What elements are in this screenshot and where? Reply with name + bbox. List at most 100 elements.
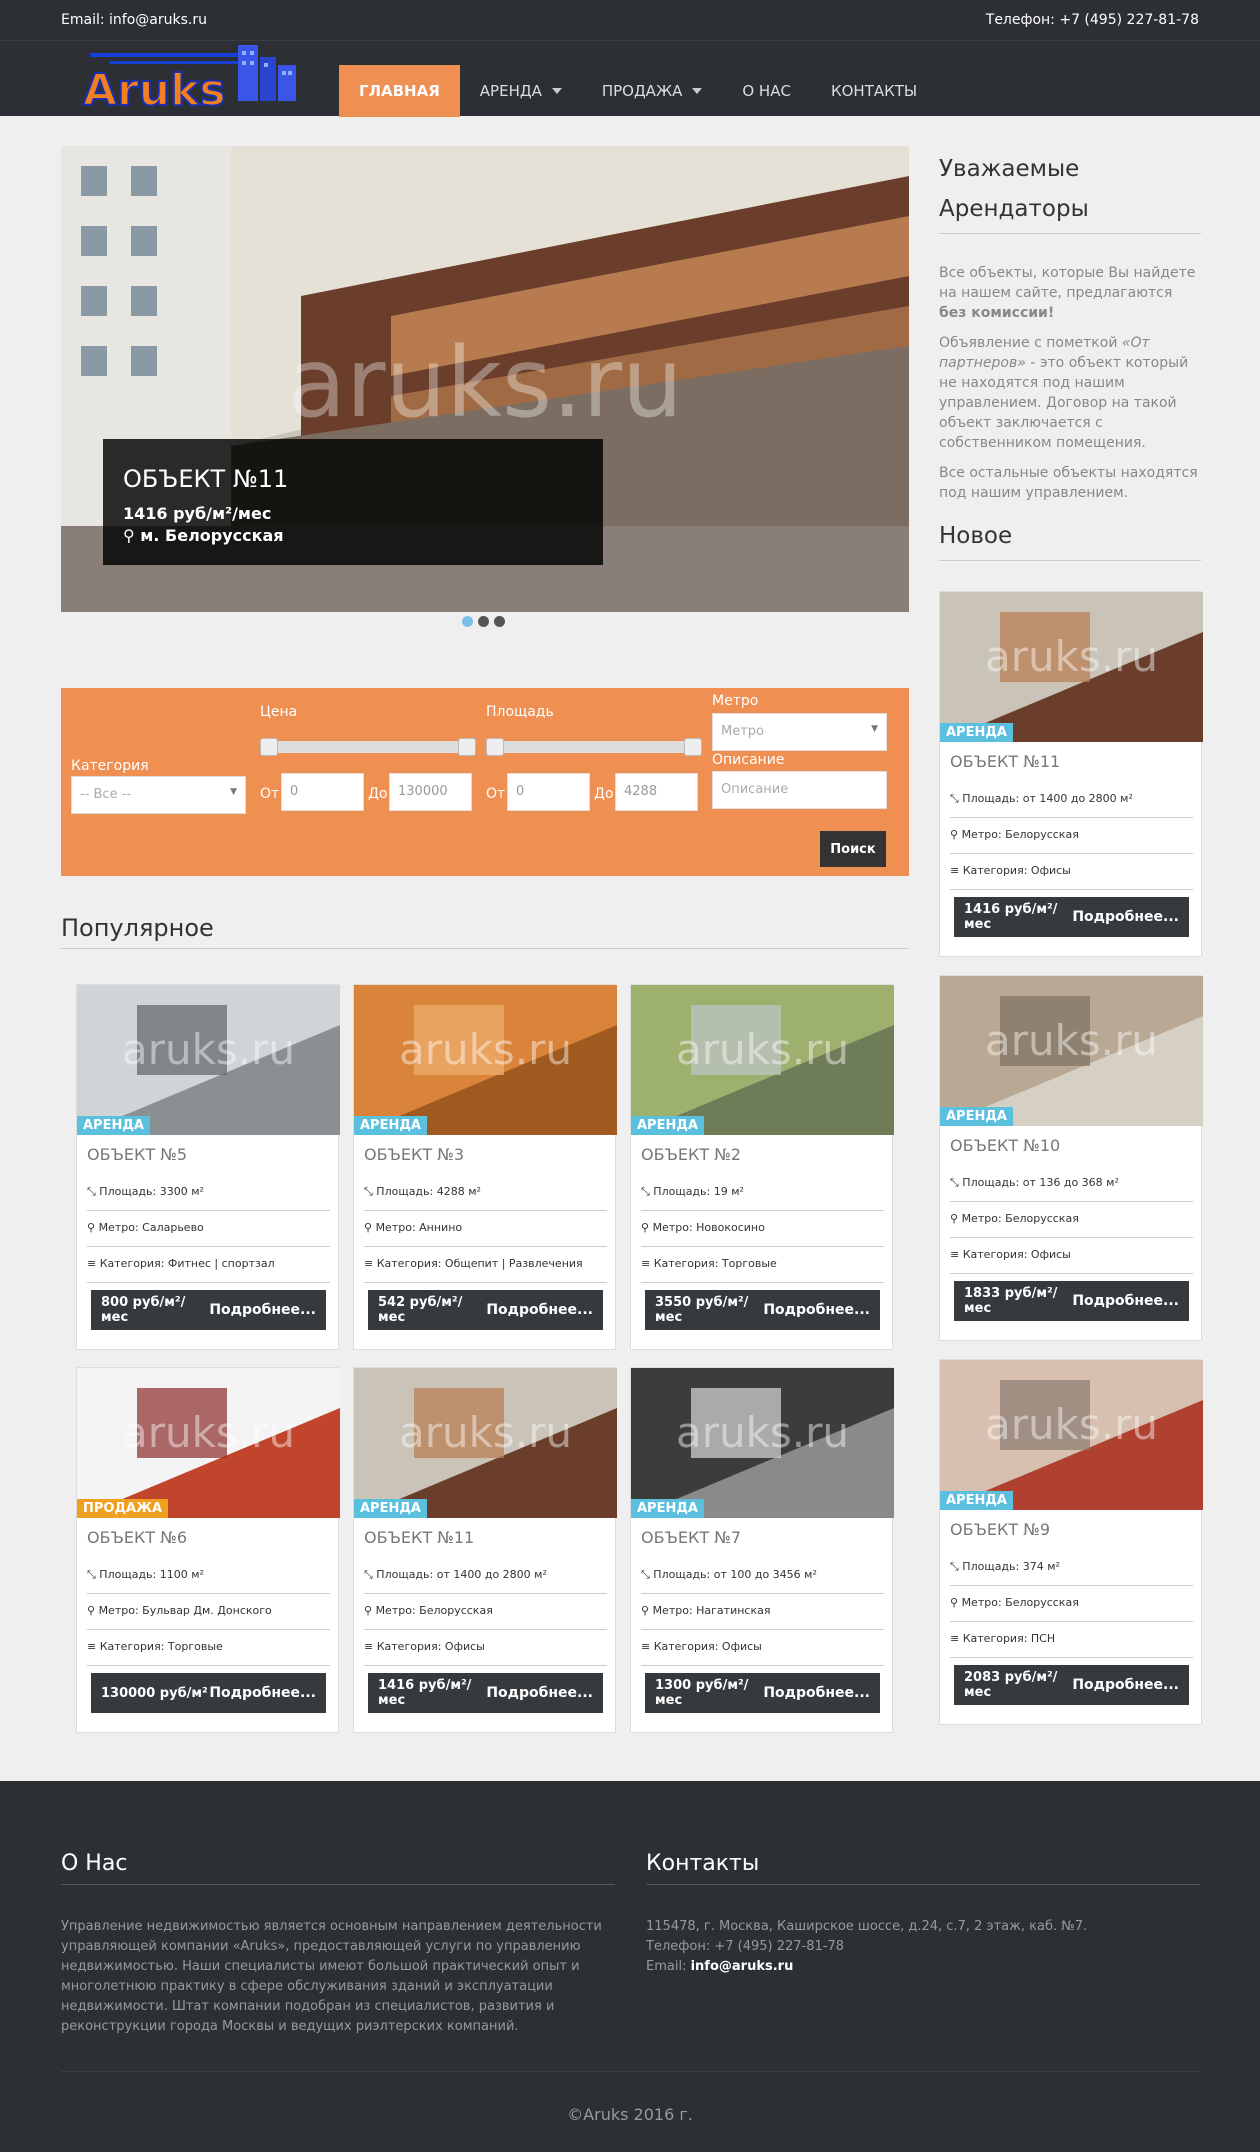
popular-card-price-bar[interactable]: 542 руб/м²/мес Подробнее... [368,1290,603,1330]
popular-card[interactable]: aruks.ru АРЕНДА ОБЪЕКТ №3 ⤡ Площадь: 428… [353,984,617,1350]
tenants-title-line2: Арендаторы [939,189,1201,234]
expand-icon: ⤡ [641,1185,654,1198]
area-to-input[interactable]: 4288 [615,773,698,811]
slider-dot-3[interactable] [494,616,505,627]
category-select[interactable]: -- Все -- ▼ [71,776,246,814]
new-card[interactable]: aruks.ru АРЕНДА ОБЪЕКТ №11 ⤡ Площадь: от… [939,591,1203,957]
popular-card-area-text: Площадь: 4288 м² [376,1185,481,1198]
popular-card[interactable]: aruks.ru АРЕНДА ОБЪЕКТ №7 ⤡ Площадь: от … [630,1367,894,1733]
nav-sale[interactable]: ПРОДАЖА [582,65,723,117]
popular-card-more-link[interactable]: Подробнее... [209,1302,316,1318]
new-card-image[interactable]: aruks.ru [940,1360,1203,1510]
popular-card-title[interactable]: ОБЪЕКТ №2 [641,1145,741,1164]
nav-home-label: ГЛАВНАЯ [359,82,440,100]
map-marker-icon: ⚲ [364,1604,376,1617]
new-card-category-text: Категория: Офисы [962,1248,1071,1261]
new-card-image[interactable]: aruks.ru [940,592,1203,742]
new-card-tag: АРЕНДА [940,1491,1013,1510]
slider-dot-2[interactable] [478,616,489,627]
area-from-input[interactable]: 0 [507,773,590,811]
new-card-price: 1833 руб/м²/мес [964,1286,1058,1316]
footer-email-link[interactable]: info@aruks.ru [691,1959,794,1974]
area-slider[interactable] [486,738,702,756]
price-slider-handle-min[interactable] [260,738,278,756]
logo-text: Aruks [83,65,226,115]
nav-rent[interactable]: АРЕНДА [460,65,582,117]
new-card-image[interactable]: aruks.ru [940,976,1203,1126]
popular-card[interactable]: aruks.ru ПРОДАЖА ОБЪЕКТ №6 ⤡ Площадь: 11… [76,1367,340,1733]
new-card-more-link[interactable]: Подробнее... [1072,1677,1179,1693]
popular-card-price-bar[interactable]: 1416 руб/м²/мес Подробнее... [368,1673,603,1713]
new-card-price-bar[interactable]: 2083 руб/м²/мес Подробнее... [954,1665,1189,1705]
price-from-input[interactable]: 0 [281,773,364,811]
area-slider-handle-max[interactable] [684,738,702,756]
popular-card-title[interactable]: ОБЪЕКТ №6 [87,1528,187,1547]
nav-contacts[interactable]: КОНТАКТЫ [811,65,937,117]
popular-card-image[interactable]: aruks.ru [631,985,894,1135]
popular-card-category-text: Категория: Общепит | Развлечения [376,1257,583,1270]
popular-card-area: ⤡ Площадь: от 100 до 3456 м² [641,1558,884,1594]
description-input[interactable]: Описание [712,771,887,809]
popular-card-category: ≡ Категория: Торговые [87,1630,330,1666]
price-slider[interactable] [260,738,476,756]
popular-card-tag: АРЕНДА [354,1499,427,1518]
popular-card-category: ≡ Категория: Офисы [364,1630,607,1666]
nav-about[interactable]: О НАС [722,65,811,117]
popular-card-tag: АРЕНДА [631,1499,704,1518]
new-card-more-link[interactable]: Подробнее... [1072,909,1179,925]
popular-card-image[interactable]: aruks.ru [354,985,617,1135]
footer-about-title: О Нас [61,1851,615,1885]
popular-card-title[interactable]: ОБЪЕКТ №5 [87,1145,187,1164]
search-button[interactable]: Поиск [820,831,886,867]
popular-card[interactable]: aruks.ru АРЕНДА ОБЪЕКТ №2 ⤡ Площадь: 19 … [630,984,894,1350]
new-card[interactable]: aruks.ru АРЕНДА ОБЪЕКТ №10 ⤡ Площадь: от… [939,975,1203,1341]
popular-card-area-text: Площадь: 1100 м² [99,1568,204,1581]
popular-card-image[interactable]: aruks.ru [354,1368,617,1518]
logo[interactable]: Aruks [80,41,306,115]
popular-card-more-link[interactable]: Подробнее... [763,1302,870,1318]
new-card-metro-text: Метро: Белорусская [961,1212,1079,1225]
popular-card-title[interactable]: ОБЪЕКТ №7 [641,1528,741,1547]
popular-card-image[interactable]: aruks.ru [77,985,340,1135]
new-card-category-text: Категория: Офисы [962,864,1071,877]
popular-card-more-link[interactable]: Подробнее... [486,1685,593,1701]
new-card-title[interactable]: ОБЪЕКТ №10 [950,1136,1060,1155]
chevron-down-icon [551,88,562,94]
popular-card-area-text: Площадь: от 100 до 3456 м² [653,1568,817,1581]
popular-card-title[interactable]: ОБЪЕКТ №3 [364,1145,464,1164]
new-card-more-link[interactable]: Подробнее... [1072,1293,1179,1309]
metro-select[interactable]: Метро ▼ [712,713,887,751]
nav-home[interactable]: ГЛАВНАЯ [339,65,460,117]
new-card-price-bar[interactable]: 1416 руб/м²/мес Подробнее... [954,897,1189,937]
price-slider-handle-max[interactable] [458,738,476,756]
popular-card-watermark: aruks.ru [398,1025,573,1074]
popular-card-price: 130000 руб/м² [101,1685,208,1701]
top-email[interactable]: Email: info@aruks.ru [61,12,207,28]
popular-card-image[interactable]: aruks.ru [77,1368,340,1518]
map-marker-icon: ⚲ [950,828,962,841]
popular-card-price-bar[interactable]: 800 руб/м²/мес Подробнее... [91,1290,326,1330]
popular-card-title[interactable]: ОБЪЕКТ №11 [364,1528,474,1547]
category-label: Категория [71,758,149,774]
hero-slider[interactable]: aruks.ru ОБЪЕКТ №11 1416 руб/м²/мес ⚲ м.… [61,146,909,612]
popular-card[interactable]: aruks.ru АРЕНДА ОБЪЕКТ №5 ⤡ Площадь: 330… [76,984,340,1350]
popular-card-more-link[interactable]: Подробнее... [763,1685,870,1701]
new-card-tag: АРЕНДА [940,1107,1013,1126]
popular-card-price-bar[interactable]: 1300 руб/м²/мес Подробнее... [645,1673,880,1713]
slider-dot-1[interactable] [462,616,473,627]
area-to-label: До [594,786,614,802]
popular-card-image[interactable]: aruks.ru [631,1368,894,1518]
popular-card-more-link[interactable]: Подробнее... [486,1302,593,1318]
area-slider-handle-min[interactable] [486,738,504,756]
popular-card-metro: ⚲ Метро: Бульвар Дм. Донского [87,1594,330,1630]
new-card-title[interactable]: ОБЪЕКТ №11 [950,752,1060,771]
price-to-input[interactable]: 130000 [389,773,472,811]
new-card-title[interactable]: ОБЪЕКТ №9 [950,1520,1050,1539]
popular-card[interactable]: aruks.ru АРЕНДА ОБЪЕКТ №11 ⤡ Площадь: от… [353,1367,617,1733]
new-card[interactable]: aruks.ru АРЕНДА ОБЪЕКТ №9 ⤡ Площадь: 374… [939,1359,1203,1725]
popular-card-price-bar[interactable]: 130000 руб/м² Подробнее... [91,1673,326,1713]
new-card-price-bar[interactable]: 1833 руб/м²/мес Подробнее... [954,1281,1189,1321]
popular-card-more-link[interactable]: Подробнее... [209,1685,316,1701]
footer: О Нас Управление недвижимостью является … [0,1781,1260,2152]
popular-card-price-bar[interactable]: 3550 руб/м²/мес Подробнее... [645,1290,880,1330]
